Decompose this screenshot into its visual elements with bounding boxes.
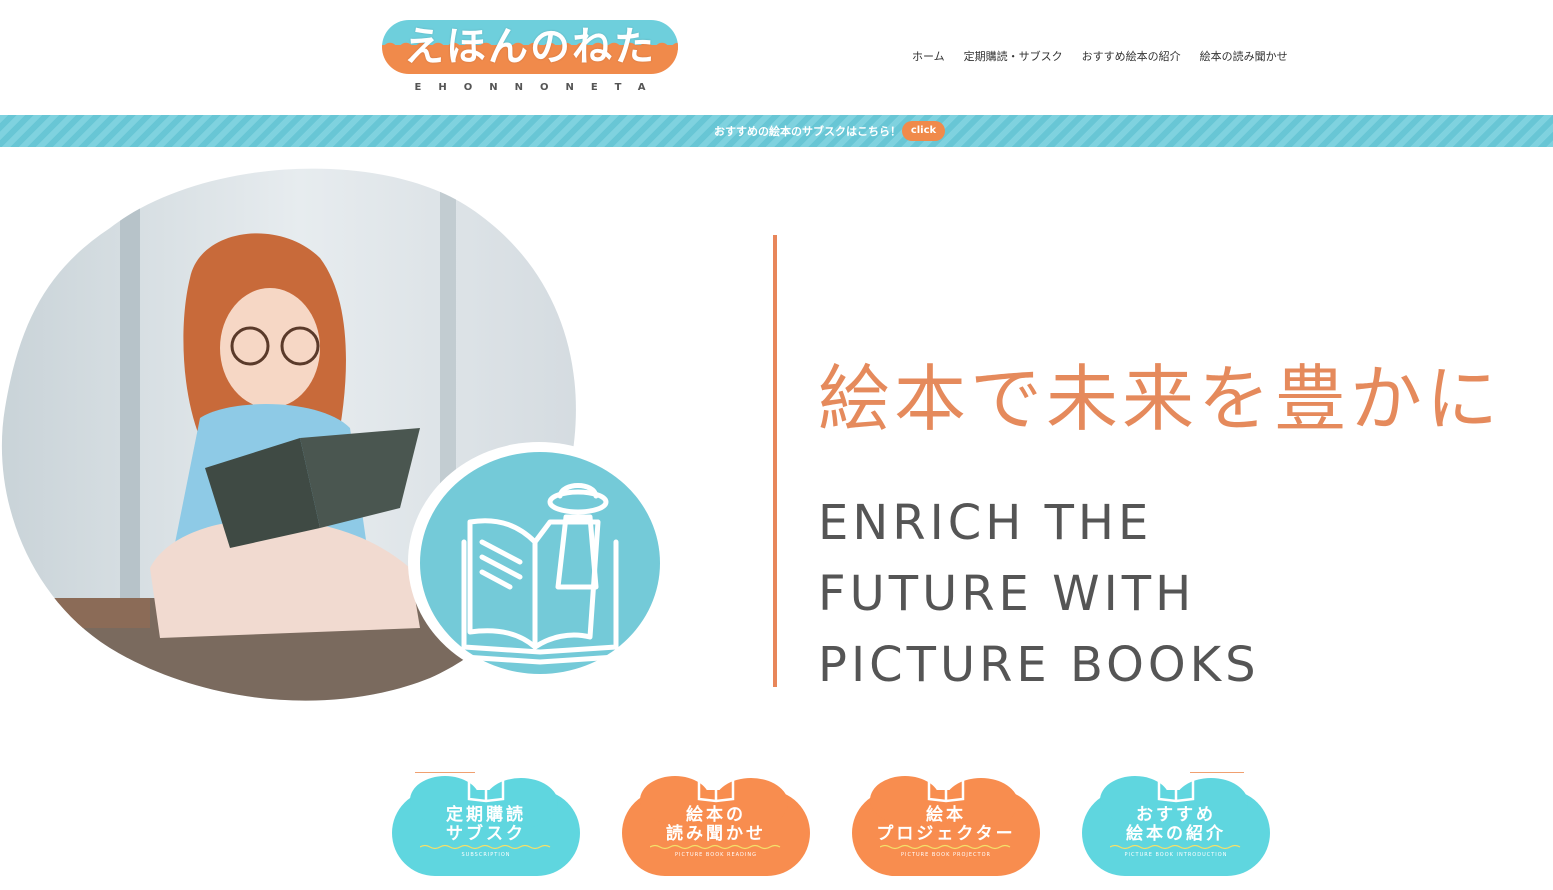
card-subtitle: PICTURE BOOK INTRODUCTION [1124, 852, 1228, 858]
wave-decoration [880, 844, 1011, 850]
wave-decoration [1110, 844, 1241, 850]
card-title-line1: 定期購読 [446, 805, 526, 825]
card-recommended[interactable]: おすすめ 絵本の紹介 PICTURE BOOK INTRODUCTION [1082, 770, 1270, 880]
open-book-icon [697, 775, 735, 803]
nav-reading-aloud[interactable]: 絵本の読み聞かせ [1200, 48, 1288, 64]
wave-decoration [420, 844, 551, 850]
open-book-icon [1157, 775, 1195, 803]
card-reading[interactable]: 絵本の 読み聞かせ PICTURE BOOK READING [622, 770, 810, 880]
card-projector[interactable]: 絵本 プロジェクター PICTURE BOOK PROJECTOR [852, 770, 1040, 880]
card-title-line2: プロジェクター [876, 824, 1016, 844]
card-title-line2: サブスク [446, 824, 526, 844]
hero-title-japanese: 絵本で未来を豊かに [818, 357, 1503, 441]
card-subtitle: SUBSCRIPTION [461, 852, 511, 858]
open-book-icon [927, 775, 965, 803]
open-book-icon [467, 775, 505, 803]
nav-recommended-books[interactable]: おすすめ絵本の紹介 [1082, 48, 1181, 64]
card-title-line1: おすすめ [1136, 805, 1216, 825]
hero-divider-line [773, 235, 777, 687]
promo-banner: おすすめの絵本のサブスクはこちら！ click [0, 115, 1553, 147]
logo-text: えほんのねた [404, 24, 656, 70]
promo-banner-text: おすすめの絵本のサブスクはこちら！ [714, 125, 901, 138]
card-subscription[interactable]: 定期購読 サブスク SUBSCRIPTION [392, 770, 580, 880]
card-subtitle: PICTURE BOOK PROJECTOR [900, 852, 991, 858]
book-ufo-icon [461, 483, 619, 665]
wave-decoration [650, 844, 781, 850]
book-ufo-badge [408, 442, 670, 682]
card-subtitle: PICTURE BOOK READING [675, 852, 757, 858]
card-title-line1: 絵本の [686, 805, 746, 825]
nav-home[interactable]: ホーム [912, 48, 945, 64]
main-nav: ホーム 定期購読・サブスク おすすめ絵本の紹介 絵本の読み聞かせ [912, 48, 1288, 64]
nav-subscription[interactable]: 定期購読・サブスク [964, 48, 1063, 64]
hero-title-english: ENRICH THE FUTURE WITH PICTURE BOOKS [818, 495, 1260, 693]
promo-click-button[interactable]: click [902, 121, 945, 141]
card-title-line2: 絵本の紹介 [1126, 824, 1226, 844]
logo-subtitle: EHONNONETA [414, 82, 663, 93]
card-title-line2: 読み聞かせ [666, 824, 766, 844]
card-title-line1: 絵本 [926, 805, 966, 825]
category-cards: 定期購読 サブスク SUBSCRIPTION 絵本の 読み聞かせ PICTURE… [392, 770, 1272, 880]
site-logo[interactable]: えほんのねた EHONNONETA [382, 18, 678, 98]
